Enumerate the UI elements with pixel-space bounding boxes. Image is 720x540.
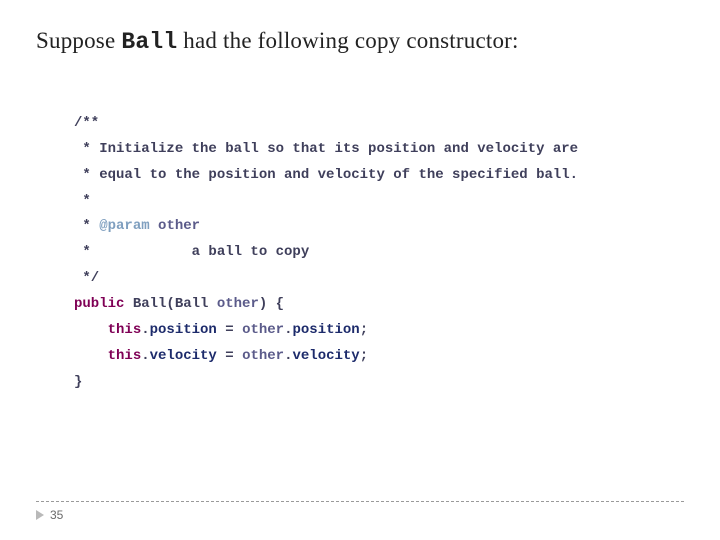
triangle-icon [36,510,44,520]
slide-footer: 35 [36,501,684,522]
semi-10e: ; [360,348,368,364]
code-line-4: * [74,193,91,209]
slide: Suppose Ball had the following copy cons… [0,0,720,540]
var-other-1: other [242,322,284,338]
footer-row: 35 [36,508,684,522]
title-post: had the following copy constructor: [177,28,518,53]
code-line-3: * equal to the position and velocity of … [74,167,578,183]
field-position-2: position [292,322,359,338]
eq-9c: = [217,322,242,338]
param-var: other [217,296,259,312]
field-position-1: position [150,322,217,338]
dot-10b: . [141,348,149,364]
code-line-2: * Initialize the ball so that its positi… [74,141,578,157]
dot-9b: . [141,322,149,338]
title-pre: Suppose [36,28,121,53]
slide-title: Suppose Ball had the following copy cons… [36,28,684,55]
field-velocity-1: velocity [150,348,217,364]
keyword-public: public [74,296,124,312]
footer-divider [36,501,684,502]
code-line-6: * a ball to copy [74,244,309,260]
code-line-8b: ) { [259,296,284,312]
code-line-5b [150,218,158,234]
code-line-5a: * [74,218,99,234]
indent-10 [74,348,108,364]
javadoc-tag: @param [99,218,149,234]
code-block: /** * Initialize the ball so that its po… [74,85,684,396]
var-other-2: other [242,348,284,364]
page-number: 35 [50,508,63,522]
code-line-7: */ [74,270,99,286]
semi-9e: ; [360,322,368,338]
code-line-8a: Ball(Ball [124,296,216,312]
keyword-this-1: this [108,322,142,338]
code-line-11: } [74,374,82,390]
eq-10c: = [217,348,242,364]
keyword-this-2: this [108,348,142,364]
code-line-1: /** [74,115,99,131]
indent-9 [74,322,108,338]
field-velocity-2: velocity [292,348,359,364]
param-name: other [158,218,200,234]
title-code: Ball [121,29,177,55]
